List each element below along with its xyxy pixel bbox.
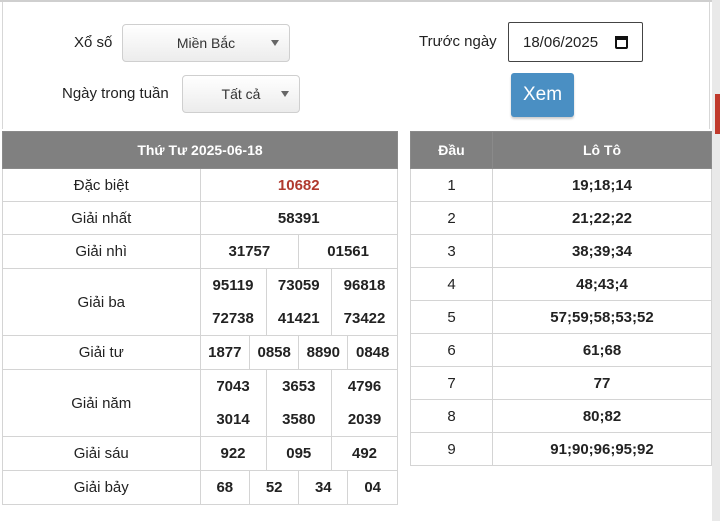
dau-cell: 1 [410,168,493,202]
prize-number: 0848 [347,336,397,369]
page: Xổ số Miền Bắc Ngày trong tuần Tất cả Tr… [0,0,720,521]
chevron-down-icon [271,40,279,46]
prize-number: 73059 [265,269,332,302]
table-row: 3 38;39;34 [410,234,712,268]
prize-number: 492 [331,437,397,470]
prize-number: 31757 [228,243,271,260]
prize-label: Giải ba [2,268,201,336]
table-row: Giải sáu 922 095 492 [2,436,398,471]
prize-number: 7043 [216,378,250,395]
prize-number: 095 [265,437,332,470]
calendar-icon[interactable] [615,36,628,49]
prize-number: 96818 [331,269,397,302]
loto-cell: 77 [492,366,712,400]
loto-cell: 80;82 [492,399,712,433]
table-row: Đặc biệt 10682 [2,168,398,202]
lottery-label: Xổ số [74,34,113,51]
prize-number: 95119 [212,277,254,294]
date-input-value: 18/06/2025 [523,33,599,51]
filter-form: Xổ số Miền Bắc Ngày trong tuần Tất cả Tr… [2,2,710,129]
loto-cell: 38;39;34 [492,234,712,268]
table-row: 2 21;22;22 [410,201,712,235]
prize-number: 72738 [212,310,254,327]
loto-cell: 48;43;4 [492,267,712,301]
prize-label: Giải năm [2,369,201,437]
results-header: Thứ Tư 2025-06-18 [2,131,398,169]
dau-cell: 9 [410,432,493,466]
loto-cell: 61;68 [492,333,712,367]
loto-cell: 19;18;14 [492,168,712,202]
prize-number: 34 [298,471,348,504]
prize-number: 3580 [265,403,332,436]
lottery-select[interactable]: Miền Bắc [122,24,290,62]
prize-number: 1877 [208,344,242,361]
scrollbar-track[interactable] [712,0,720,521]
date-input[interactable]: 18/06/2025 [508,22,643,62]
table-row: 5 57;59;58;53;52 [410,300,712,334]
prize-number: 52 [249,471,299,504]
table-row: Giải nhất 58391 [2,201,398,235]
dau-cell: 7 [410,366,493,400]
table-row: 4 48;43;4 [410,267,712,301]
results-table: Thứ Tư 2025-06-18 Đặc biệt 10682 Giải nh… [2,131,398,505]
prize-number: 8890 [298,336,348,369]
prize-number: 3014 [216,411,250,428]
side-tab[interactable] [715,94,720,134]
prize-number: 73422 [331,302,397,335]
prize-label: Giải nhì [2,234,201,269]
prize-number: 04 [347,471,397,504]
dau-cell: 4 [410,267,493,301]
lottery-select-value: Miền Bắc [176,35,236,51]
loto-header: Lô Tô [492,131,712,169]
loto-cell: 21;22;22 [492,201,712,235]
table-row: 6 61;68 [410,333,712,367]
table-row: Giải nhì 31757 01561 [2,234,398,269]
prize-number: 3653 [265,370,332,403]
special-prize-number: 10682 [199,168,398,202]
table-row: Giải năm 7043 3653 4796 3014 3580 2039 [2,369,398,437]
loto-table: Đầu Lô Tô 1 19;18;14 2 21;22;22 3 38;39;34 … [410,131,712,466]
table-row: 7 77 [410,366,712,400]
prize-number: 41421 [265,302,332,335]
loto-cell: 91;90;96;95;92 [492,432,712,466]
prize-number: 01561 [298,235,397,268]
prize-label: Giải bảy [2,470,201,505]
table-row: Giải tư 1877 0858 8890 0848 [2,335,398,370]
view-button[interactable]: Xem [511,73,574,117]
dau-cell: 5 [410,300,493,334]
loto-cell: 57;59;58;53;52 [492,300,712,334]
table-row: 9 91;90;96;95;92 [410,432,712,466]
table-row: Giải bảy 68 52 34 04 [2,470,398,505]
weekday-select-value: Tất cả [221,86,261,102]
prize-number: 2039 [331,403,397,436]
table-row: Giải ba 95119 73059 96818 72738 41421 73… [2,268,398,336]
dau-cell: 6 [410,333,493,367]
prize-number: 58391 [199,201,398,235]
dau-cell: 3 [410,234,493,268]
table-row: 8 80;82 [410,399,712,433]
prize-number: 4796 [331,370,397,403]
before-date-label: Trước ngày [419,33,497,50]
prize-number: 68 [216,479,234,496]
chevron-down-icon [281,91,289,97]
dau-cell: 2 [410,201,493,235]
dau-header: Đầu [410,131,493,169]
dau-cell: 8 [410,399,493,433]
weekday-select[interactable]: Tất cả [182,75,300,113]
prize-label: Giải tư [2,335,201,370]
prize-label: Giải sáu [2,436,201,471]
prize-number: 922 [220,445,246,462]
weekday-label: Ngày trong tuần [62,85,169,102]
table-row: 1 19;18;14 [410,168,712,202]
prize-label: Đặc biệt [2,168,201,202]
prize-number: 0858 [249,336,299,369]
prize-label: Giải nhất [2,201,201,235]
